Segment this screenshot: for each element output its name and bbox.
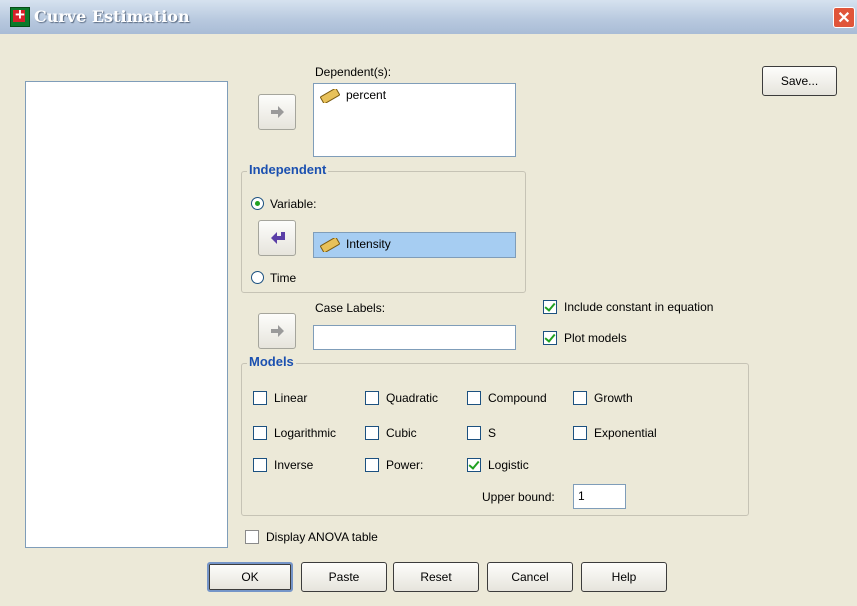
source-variable-list[interactable] [25,81,228,548]
logistic-label: Logistic [488,458,529,472]
dependents-list[interactable]: percent [313,83,516,157]
upper-bound-field[interactable]: 1 [573,484,626,509]
move-dependent-button[interactable] [258,94,296,130]
help-button[interactable]: Help [581,562,667,592]
ok-button[interactable]: OK [207,562,293,592]
save-button[interactable]: Save... [762,66,837,96]
quadratic-checkbox[interactable] [365,391,379,405]
arrow-right-icon [271,106,284,118]
case-labels-field[interactable] [313,325,516,350]
inverse-checkbox[interactable] [253,458,267,472]
exponential-label: Exponential [594,426,657,440]
list-item[interactable]: percent [320,88,386,103]
logarithmic-label: Logarithmic [274,426,337,440]
arrow-left-icon [271,232,285,244]
compound-checkbox[interactable] [467,391,481,405]
independent-title: Independent [247,162,329,177]
linear-label: Linear [274,391,308,405]
list-item[interactable]: Intensity [320,237,391,252]
exponential-checkbox[interactable] [573,426,587,440]
case-labels-label: Case Labels: [315,301,386,315]
cancel-button[interactable]: Cancel [487,562,573,592]
upper-bound-label: Upper bound: [482,490,555,504]
scale-variable-icon [320,237,340,252]
time-radio[interactable] [251,271,264,284]
display-anova-label: Display ANOVA table [266,530,378,544]
include-constant-label: Include constant in equation [564,300,714,314]
dependents-label: Dependent(s): [315,65,392,79]
time-radio-label: Time [270,271,297,285]
move-independent-button[interactable] [258,220,296,256]
display-anova-checkbox[interactable] [245,530,259,544]
independent-variable-field[interactable]: Intensity [313,232,516,258]
cubic-checkbox[interactable] [365,426,379,440]
plot-models-checkbox[interactable] [543,331,557,345]
include-constant-checkbox[interactable] [543,300,557,314]
linear-checkbox[interactable] [253,391,267,405]
variable-radio[interactable] [251,197,264,210]
growth-label: Growth [594,391,633,405]
s-label: S [488,426,497,440]
growth-checkbox[interactable] [573,391,587,405]
logistic-checkbox[interactable] [467,458,481,472]
power-label: Power: [386,458,424,472]
compound-label: Compound [488,391,547,405]
title-bar: Curve Estimation [0,0,857,34]
s-checkbox[interactable] [467,426,481,440]
reset-button[interactable]: Reset [393,562,479,592]
variable-radio-label: Variable: [270,197,317,211]
plot-models-label: Plot models [564,331,627,345]
arrow-right-icon [271,325,284,337]
window-title: Curve Estimation [34,7,190,26]
close-button[interactable]: ✕ [833,7,855,28]
power-checkbox[interactable] [365,458,379,472]
models-title: Models [247,354,296,369]
paste-button[interactable]: Paste [301,562,387,592]
inverse-label: Inverse [274,458,314,472]
spss-app-icon [10,5,30,27]
move-case-labels-button[interactable] [258,313,296,349]
cubic-label: Cubic [386,426,417,440]
quadratic-label: Quadratic [386,391,439,405]
dependent-item-label: percent [346,88,387,102]
logarithmic-checkbox[interactable] [253,426,267,440]
independent-item-label: Intensity [346,237,391,251]
scale-variable-icon [320,88,340,103]
